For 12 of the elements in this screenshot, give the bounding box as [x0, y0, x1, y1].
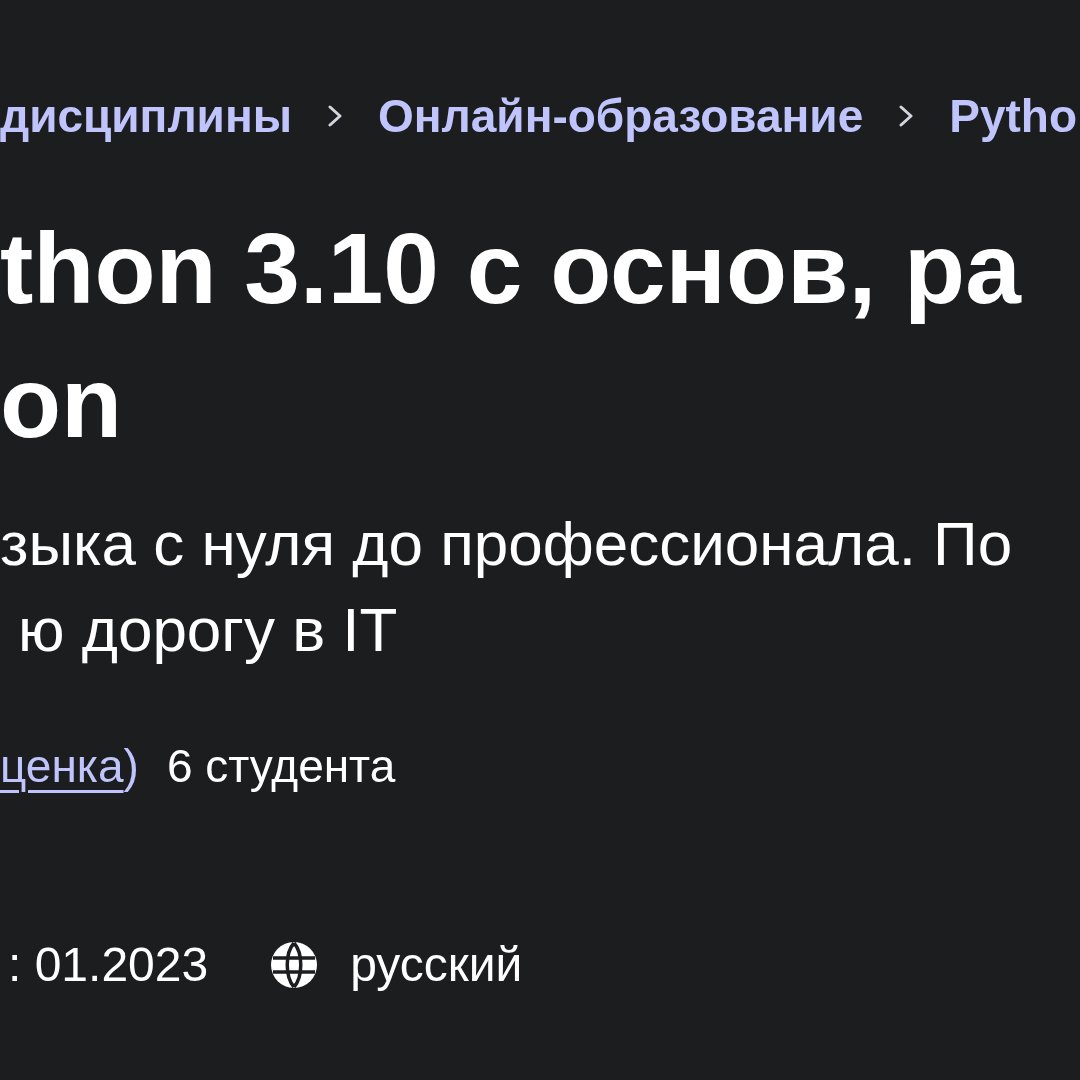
- chevron-right-icon: [328, 105, 342, 127]
- rating-link[interactable]: ценка: [0, 738, 124, 794]
- course-subtitle: ю дорогу в IT: [18, 594, 398, 666]
- chevron-right-icon: [899, 105, 914, 127]
- globe-icon: [270, 941, 319, 989]
- course-subtitle: зыка с нуля до профессионала. По: [0, 508, 1013, 580]
- last-updated-text: : 01.2023: [8, 937, 209, 993]
- students-count: 6 студента: [166, 739, 396, 794]
- course-title: on: [0, 345, 123, 460]
- parenthesis-text: ): [123, 739, 139, 794]
- course-title: thon 3.10 с основ, ра: [0, 211, 1021, 326]
- language-text: русский: [350, 937, 523, 993]
